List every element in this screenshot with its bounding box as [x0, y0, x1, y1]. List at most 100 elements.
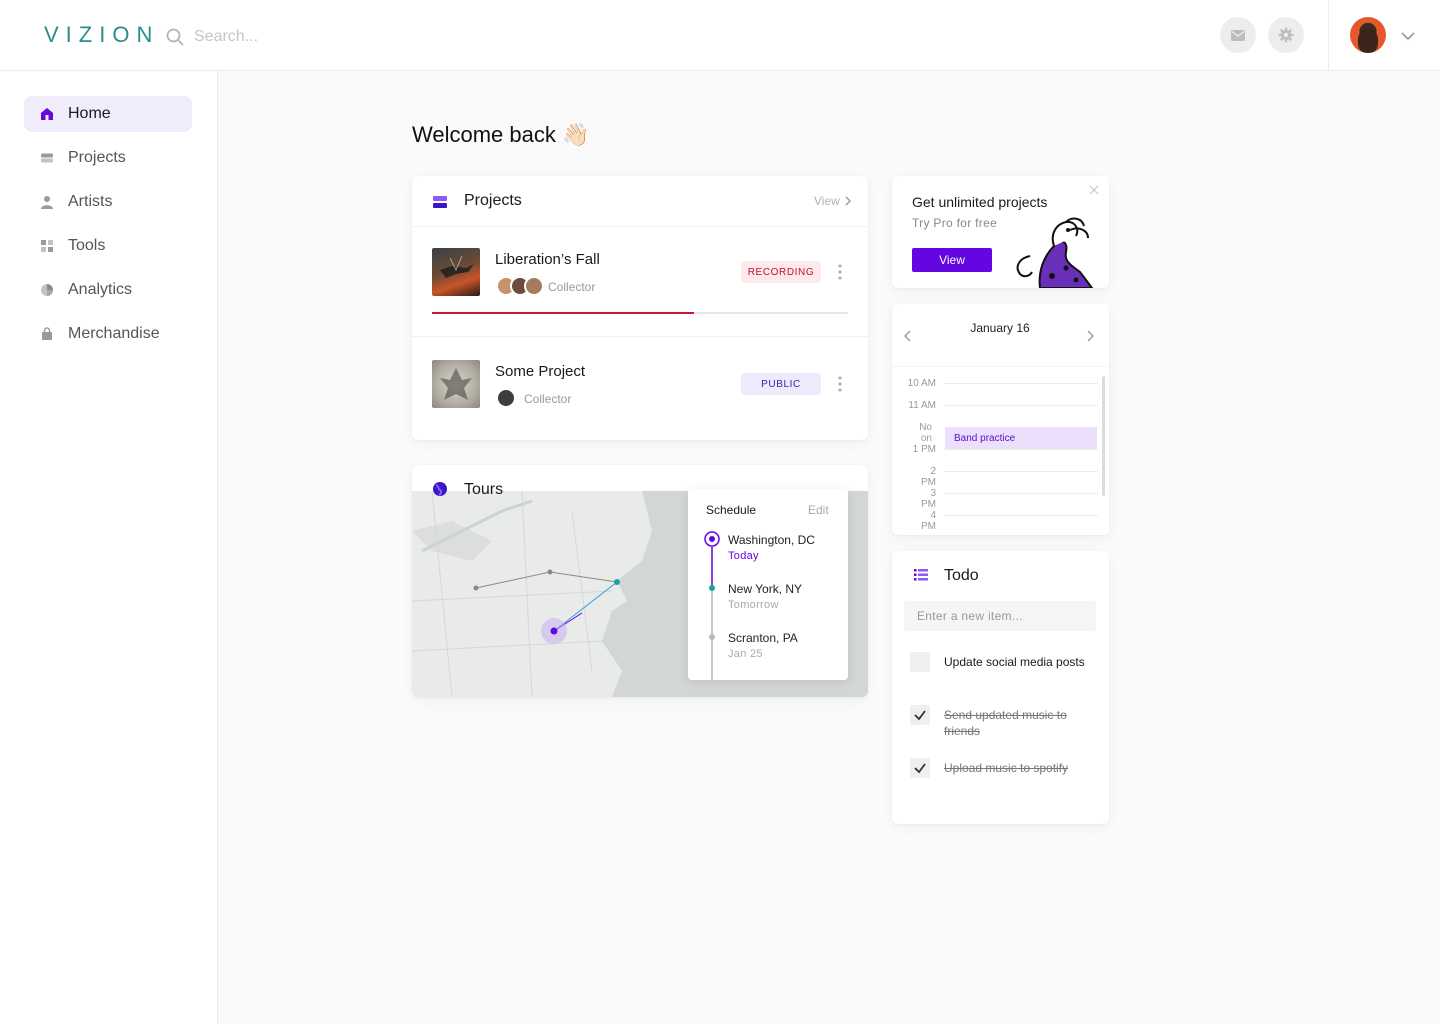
projects-view-link[interactable]: View: [814, 194, 852, 208]
more-vertical-icon[interactable]: [838, 376, 842, 392]
checkmark-icon: [914, 710, 926, 721]
hour-line: [944, 383, 1098, 384]
hour-label: 3 PM: [921, 488, 936, 510]
project-thumbnail[interactable]: [432, 360, 480, 408]
list-icon: [914, 569, 928, 581]
todo-checkbox[interactable]: [910, 652, 930, 672]
sidebar-item-artists[interactable]: Artists: [24, 184, 192, 220]
promo-view-button[interactable]: View: [912, 248, 992, 272]
progress-fill: [432, 312, 695, 314]
avatar: [496, 388, 516, 408]
view-label: View: [814, 194, 840, 208]
projects-card: Projects View Liberation’s Fall Collecto…: [412, 176, 868, 440]
promo-card: Get unlimited projects Try Pro for free …: [892, 176, 1109, 288]
projects-title: Projects: [464, 192, 522, 209]
settings-button[interactable]: [1268, 17, 1304, 53]
todo-title: Todo: [944, 567, 979, 584]
project-role: Collector: [524, 392, 572, 406]
project-thumbnail[interactable]: [432, 248, 480, 296]
sidebar: Home Projects Artists Tools Analytics Me…: [0, 71, 218, 1024]
hour-label: 1 PM: [912, 444, 936, 455]
status-badge: RECORDING: [741, 261, 821, 283]
sidebar-item-tools[interactable]: Tools: [24, 228, 192, 264]
todo-checkbox[interactable]: [910, 705, 930, 725]
project-name[interactable]: Some Project: [495, 363, 585, 380]
messages-button[interactable]: [1220, 17, 1256, 53]
bag-icon: [42, 327, 52, 340]
project-progress: [432, 312, 848, 314]
stop-date: Jan 25: [728, 648, 763, 660]
chevron-left-icon[interactable]: [903, 330, 913, 342]
hour-label: Noon: [919, 422, 932, 444]
globe-icon: [433, 482, 447, 496]
sidebar-item-label: Analytics: [68, 281, 133, 298]
divider: [412, 226, 868, 227]
calendar-date: January 16: [970, 321, 1030, 335]
stop-date: Tomorrow: [728, 599, 779, 611]
promo-title: Get unlimited projects: [912, 194, 1048, 210]
grid-icon: [41, 240, 53, 252]
hour-line: [944, 515, 1098, 516]
todo-card: Todo Update social media posts Send upda…: [892, 551, 1109, 824]
calendar-scrollbar[interactable]: [1102, 376, 1105, 496]
hour-label: 10 AM: [907, 378, 936, 389]
hour-label: 11 AM: [908, 400, 936, 411]
stop-date: Today: [728, 550, 759, 562]
sidebar-item-projects[interactable]: Projects: [24, 140, 192, 176]
sidebar-item-home[interactable]: Home: [24, 96, 192, 132]
top-bar: VIZION: [0, 0, 1440, 71]
gear-icon: [1278, 27, 1294, 43]
mail-icon: [1231, 29, 1245, 41]
sidebar-item-label: Projects: [68, 149, 126, 166]
page-title: Welcome back 👋🏻: [412, 122, 590, 147]
todo-checkbox[interactable]: [910, 758, 930, 778]
header-divider: [1328, 0, 1329, 70]
schedule-panel: Schedule Edit Washington, DC Today New Y…: [688, 489, 848, 680]
hour-label: 4 PM: [921, 510, 936, 532]
hour-line: [944, 405, 1098, 406]
search-input[interactable]: [194, 22, 594, 52]
stop-city[interactable]: Scranton, PA: [728, 631, 798, 645]
pie-icon: [41, 284, 53, 296]
person-icon: [41, 196, 53, 209]
vizion-logo[interactable]: VIZION: [44, 22, 159, 48]
todo-new-item-input[interactable]: [904, 601, 1096, 631]
schedule-title: Schedule: [706, 503, 757, 517]
search-icon: [166, 28, 184, 46]
sidebar-item-merchandise[interactable]: Merchandise: [24, 316, 192, 352]
stop-city[interactable]: Washington, DC: [728, 533, 815, 547]
promo-subtitle: Try Pro for free: [912, 216, 998, 230]
more-vertical-icon[interactable]: [838, 264, 842, 280]
hour-line: [944, 493, 1098, 494]
status-badge: PUBLIC: [741, 373, 821, 395]
sidebar-item-label: Home: [68, 105, 111, 122]
avatar: [524, 276, 544, 296]
chevron-right-icon[interactable]: [1085, 330, 1095, 342]
hour-line: [944, 471, 1098, 472]
schedule-edit-link[interactable]: Edit: [808, 503, 829, 517]
projects-icon: [433, 196, 447, 208]
chevron-down-icon[interactable]: [1400, 28, 1416, 44]
sidebar-item-analytics[interactable]: Analytics: [24, 272, 192, 308]
stop-city[interactable]: New York, NY: [728, 582, 802, 596]
project-role: Collector: [548, 280, 596, 294]
todo-item-text: Send updated music to friends: [944, 708, 1067, 738]
todo-item-text: Update social media posts: [944, 655, 1085, 669]
divider: [412, 336, 868, 337]
schedule-timeline: [704, 531, 720, 680]
sidebar-item-label: Tools: [68, 237, 106, 254]
hour-label: 2 PM: [921, 466, 936, 488]
close-icon[interactable]: [1089, 185, 1099, 195]
projects-icon: [41, 153, 53, 163]
tours-card: Tours Schedule Edit Washington, DC Today…: [412, 465, 868, 697]
sidebar-item-label: Artists: [68, 193, 113, 210]
hour-line: [944, 449, 1098, 450]
sidebar-item-label: Merchandise: [68, 325, 160, 342]
calendar-event[interactable]: Band practice: [945, 427, 1097, 449]
chevron-right-icon: [845, 196, 851, 206]
calendar-card: January 16 10 AM 11 AM Noon 1 PM 2 PM 3 …: [892, 304, 1109, 535]
user-avatar[interactable]: [1350, 17, 1386, 53]
project-name[interactable]: Liberation’s Fall: [495, 251, 600, 268]
home-icon: [41, 108, 53, 120]
divider: [892, 366, 1109, 367]
